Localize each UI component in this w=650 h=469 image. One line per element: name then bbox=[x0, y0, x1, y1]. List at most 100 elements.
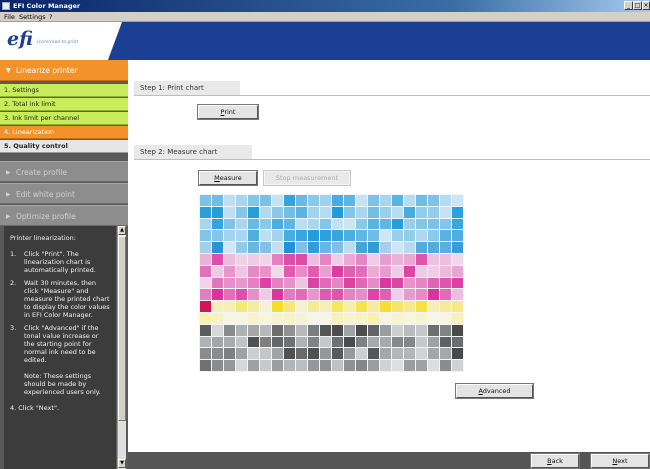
color-patch bbox=[356, 277, 367, 289]
color-patch bbox=[308, 301, 319, 312]
color-patch bbox=[380, 242, 391, 253]
color-patch bbox=[344, 254, 355, 265]
color-patch bbox=[332, 336, 343, 348]
group-edit-white-point: ▶ Edit white point bbox=[0, 183, 128, 204]
color-patch bbox=[260, 360, 271, 371]
color-patch bbox=[452, 301, 463, 312]
color-patch bbox=[428, 360, 439, 371]
color-patch bbox=[296, 289, 307, 301]
color-patch bbox=[296, 265, 307, 277]
print-button[interactable]: Print bbox=[198, 105, 258, 119]
color-patch bbox=[320, 360, 331, 371]
sidebar-step-quality-control[interactable]: 5. Quality control bbox=[0, 140, 128, 153]
color-patch bbox=[380, 301, 391, 312]
sidebar-step-linearization[interactable]: 4. Linearization bbox=[0, 126, 128, 139]
help-scrollbar[interactable]: ▲ ▼ bbox=[117, 226, 126, 469]
color-patch bbox=[212, 265, 223, 277]
color-patch bbox=[200, 336, 211, 348]
color-patch bbox=[296, 218, 307, 230]
color-patch bbox=[356, 289, 367, 301]
color-patch bbox=[284, 324, 295, 336]
color-patch bbox=[404, 336, 415, 348]
color-patch bbox=[212, 277, 223, 289]
color-patch bbox=[260, 301, 271, 312]
color-patch bbox=[404, 206, 415, 218]
color-patch bbox=[416, 277, 427, 289]
color-patch bbox=[332, 206, 343, 218]
menu-file[interactable]: File bbox=[4, 13, 15, 21]
color-patch bbox=[236, 360, 247, 371]
color-patch bbox=[308, 218, 319, 230]
color-patch bbox=[380, 313, 391, 324]
help-item-number: 3. bbox=[10, 324, 17, 332]
color-patch bbox=[200, 301, 211, 312]
color-patch bbox=[296, 324, 307, 336]
color-patch bbox=[236, 289, 247, 301]
color-patch bbox=[368, 265, 379, 277]
color-patch bbox=[260, 348, 271, 360]
color-patch bbox=[440, 254, 451, 265]
color-patch bbox=[260, 254, 271, 265]
color-patch bbox=[392, 242, 403, 253]
sidebar-step-total-ink-limit[interactable]: 2. Total ink limit bbox=[0, 98, 128, 111]
color-patch bbox=[260, 230, 271, 242]
close-icon[interactable]: × bbox=[642, 1, 650, 10]
scrollbar-thumb[interactable] bbox=[118, 236, 126, 421]
color-patch bbox=[368, 218, 379, 230]
color-patch bbox=[332, 360, 343, 371]
color-patch bbox=[320, 324, 331, 336]
color-patch bbox=[440, 289, 451, 301]
help-item-cutoff: 4. Click "Next". bbox=[10, 404, 60, 412]
color-patch bbox=[428, 277, 439, 289]
color-patch bbox=[428, 301, 439, 312]
triangle-right-icon: ▶ bbox=[6, 191, 11, 198]
maximize-icon[interactable]: □ bbox=[633, 1, 642, 10]
minimize-icon[interactable]: _ bbox=[624, 1, 633, 10]
color-patch bbox=[428, 254, 439, 265]
advanced-button[interactable]: Advanced bbox=[456, 384, 533, 398]
color-patch bbox=[440, 336, 451, 348]
help-item: 3. Click "Advanced" if the tonal value i… bbox=[10, 324, 110, 364]
next-button[interactable]: Next bbox=[591, 454, 649, 468]
back-button[interactable]: Back bbox=[531, 454, 579, 468]
color-patch bbox=[416, 254, 427, 265]
logo-card: efi (comm)ed to print bbox=[0, 22, 122, 60]
divider bbox=[134, 95, 650, 96]
sidebar-step-ink-limit-per-channel[interactable]: 3. Ink limit per channel bbox=[0, 112, 128, 125]
color-patch bbox=[452, 242, 463, 253]
color-patch bbox=[212, 206, 223, 218]
color-patch bbox=[368, 313, 379, 324]
color-patch bbox=[248, 242, 259, 253]
color-patch bbox=[320, 230, 331, 242]
group-linearize-printer[interactable]: ▼ Linearize printer bbox=[0, 60, 128, 81]
scroll-down-icon[interactable]: ▼ bbox=[118, 459, 126, 468]
menu-help[interactable]: ? bbox=[49, 13, 52, 21]
color-patch bbox=[332, 289, 343, 301]
menu-settings[interactable]: Settings bbox=[19, 13, 46, 21]
color-patch bbox=[404, 289, 415, 301]
color-patch bbox=[356, 206, 367, 218]
color-patch bbox=[308, 230, 319, 242]
color-patch bbox=[320, 242, 331, 253]
triangle-down-icon: ▼ bbox=[6, 67, 11, 74]
color-patch bbox=[236, 277, 247, 289]
measure-button[interactable]: Measure bbox=[199, 171, 257, 185]
scroll-up-icon[interactable]: ▲ bbox=[118, 226, 126, 235]
color-patch bbox=[380, 230, 391, 242]
color-patch bbox=[224, 206, 235, 218]
color-patch bbox=[332, 254, 343, 265]
color-patch bbox=[236, 348, 247, 360]
color-patch bbox=[200, 206, 211, 218]
sidebar-step-settings[interactable]: 1. Settings bbox=[0, 84, 128, 97]
color-patch bbox=[200, 277, 211, 289]
color-patch bbox=[272, 218, 283, 230]
app-header: efi (comm)ed to print bbox=[0, 22, 650, 60]
color-patch bbox=[368, 277, 379, 289]
divider bbox=[134, 159, 650, 160]
group-optimize-profile: ▶ Optimize profile bbox=[0, 205, 128, 226]
color-patch bbox=[272, 206, 283, 218]
color-patch bbox=[200, 218, 211, 230]
color-patch bbox=[320, 195, 331, 206]
color-patch bbox=[380, 218, 391, 230]
color-patch bbox=[212, 289, 223, 301]
